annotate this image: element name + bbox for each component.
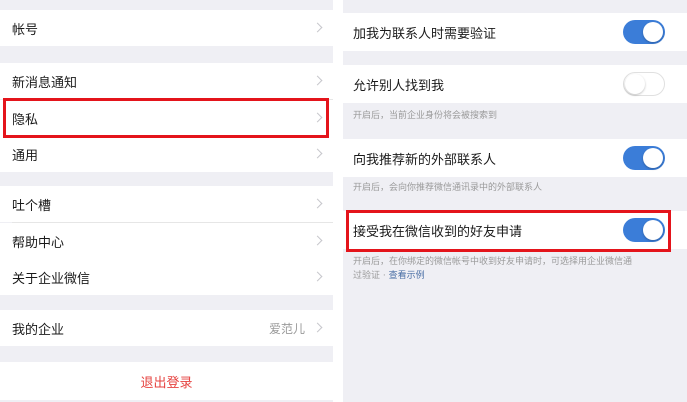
setting-label: 加我为联系人时需要验证 xyxy=(353,26,497,42)
highlight-box-accept-requests xyxy=(346,210,671,252)
menu-item-new-message-notify[interactable]: 新消息通知 xyxy=(0,63,333,99)
highlight-box-privacy xyxy=(3,98,329,138)
setting-hint: 开启后，会向你推荐微信通讯录中的外部联系人 xyxy=(353,183,543,193)
toggle-switch[interactable] xyxy=(623,20,665,44)
setting-label: 允许别人找到我 xyxy=(353,78,445,94)
toggle-knob xyxy=(625,74,645,94)
menu-item-label: 帐号 xyxy=(12,22,39,38)
toggle-switch[interactable] xyxy=(623,146,665,170)
chevron-right-icon xyxy=(312,322,323,333)
menu-item-feedback[interactable]: 吐个槽 xyxy=(0,186,333,222)
view-example-link[interactable]: 查看示例 xyxy=(389,271,425,281)
menu-item-label: 吐个槽 xyxy=(12,198,52,214)
menu-item-label: 通用 xyxy=(12,148,39,164)
setting-recommend-external: 向我推荐新的外部联系人 xyxy=(343,139,687,177)
setting-hint: 开启后，在你绑定的微信帐号中收到好友申请时，可选择用企业微信通 过验证 · 查看… xyxy=(353,255,673,283)
menu-item-about[interactable]: 关于企业微信 xyxy=(0,259,333,295)
chevron-right-icon xyxy=(312,22,323,33)
chevron-right-icon xyxy=(312,198,323,209)
setting-label: 向我推荐新的外部联系人 xyxy=(353,152,497,168)
menu-item-general[interactable]: 通用 xyxy=(0,136,333,172)
chevron-right-icon xyxy=(312,271,323,282)
chevron-right-icon xyxy=(312,148,323,159)
menu-item-label: 关于企业微信 xyxy=(12,271,91,287)
chevron-right-icon xyxy=(312,235,323,246)
toggle-switch[interactable] xyxy=(623,72,665,96)
menu-item-label: 新消息通知 xyxy=(12,75,78,91)
hint-line: 开启后，在你绑定的微信帐号中收到好友申请时，可选择用企业微信通 xyxy=(353,257,633,267)
setting-hint: 开启后，当前企业身份将会被搜索到 xyxy=(353,111,498,121)
toggle-knob xyxy=(643,148,663,168)
logout-label: 退出登录 xyxy=(140,375,193,391)
privacy-settings-panel: 加我为联系人时需要验证 允许别人找到我 开启后，当前企业身份将会被搜索到 向我推… xyxy=(343,0,687,402)
setting-require-verification: 加我为联系人时需要验证 xyxy=(343,13,687,51)
menu-item-my-company[interactable]: 我的企业 爱范儿 xyxy=(0,310,333,346)
chevron-right-icon xyxy=(312,75,323,86)
company-name-value: 爱范儿 xyxy=(268,321,305,336)
toggle-knob xyxy=(643,22,663,42)
logout-button[interactable]: 退出登录 xyxy=(0,362,333,400)
hint-prefix: 过验证 · xyxy=(353,271,389,281)
menu-item-help-center[interactable]: 帮助中心 xyxy=(0,223,333,259)
menu-item-label: 帮助中心 xyxy=(12,235,65,251)
hint-line: 过验证 · 查看示例 xyxy=(353,269,673,283)
menu-item-label: 我的企业 xyxy=(12,322,65,338)
settings-menu-panel: 帐号 新消息通知 隐私 通用 吐个槽 帮助中心 关于企业微信 我的企业 爱范儿 … xyxy=(0,0,333,402)
setting-allow-find-me: 允许别人找到我 xyxy=(343,65,687,103)
menu-item-account[interactable]: 帐号 xyxy=(0,10,333,46)
